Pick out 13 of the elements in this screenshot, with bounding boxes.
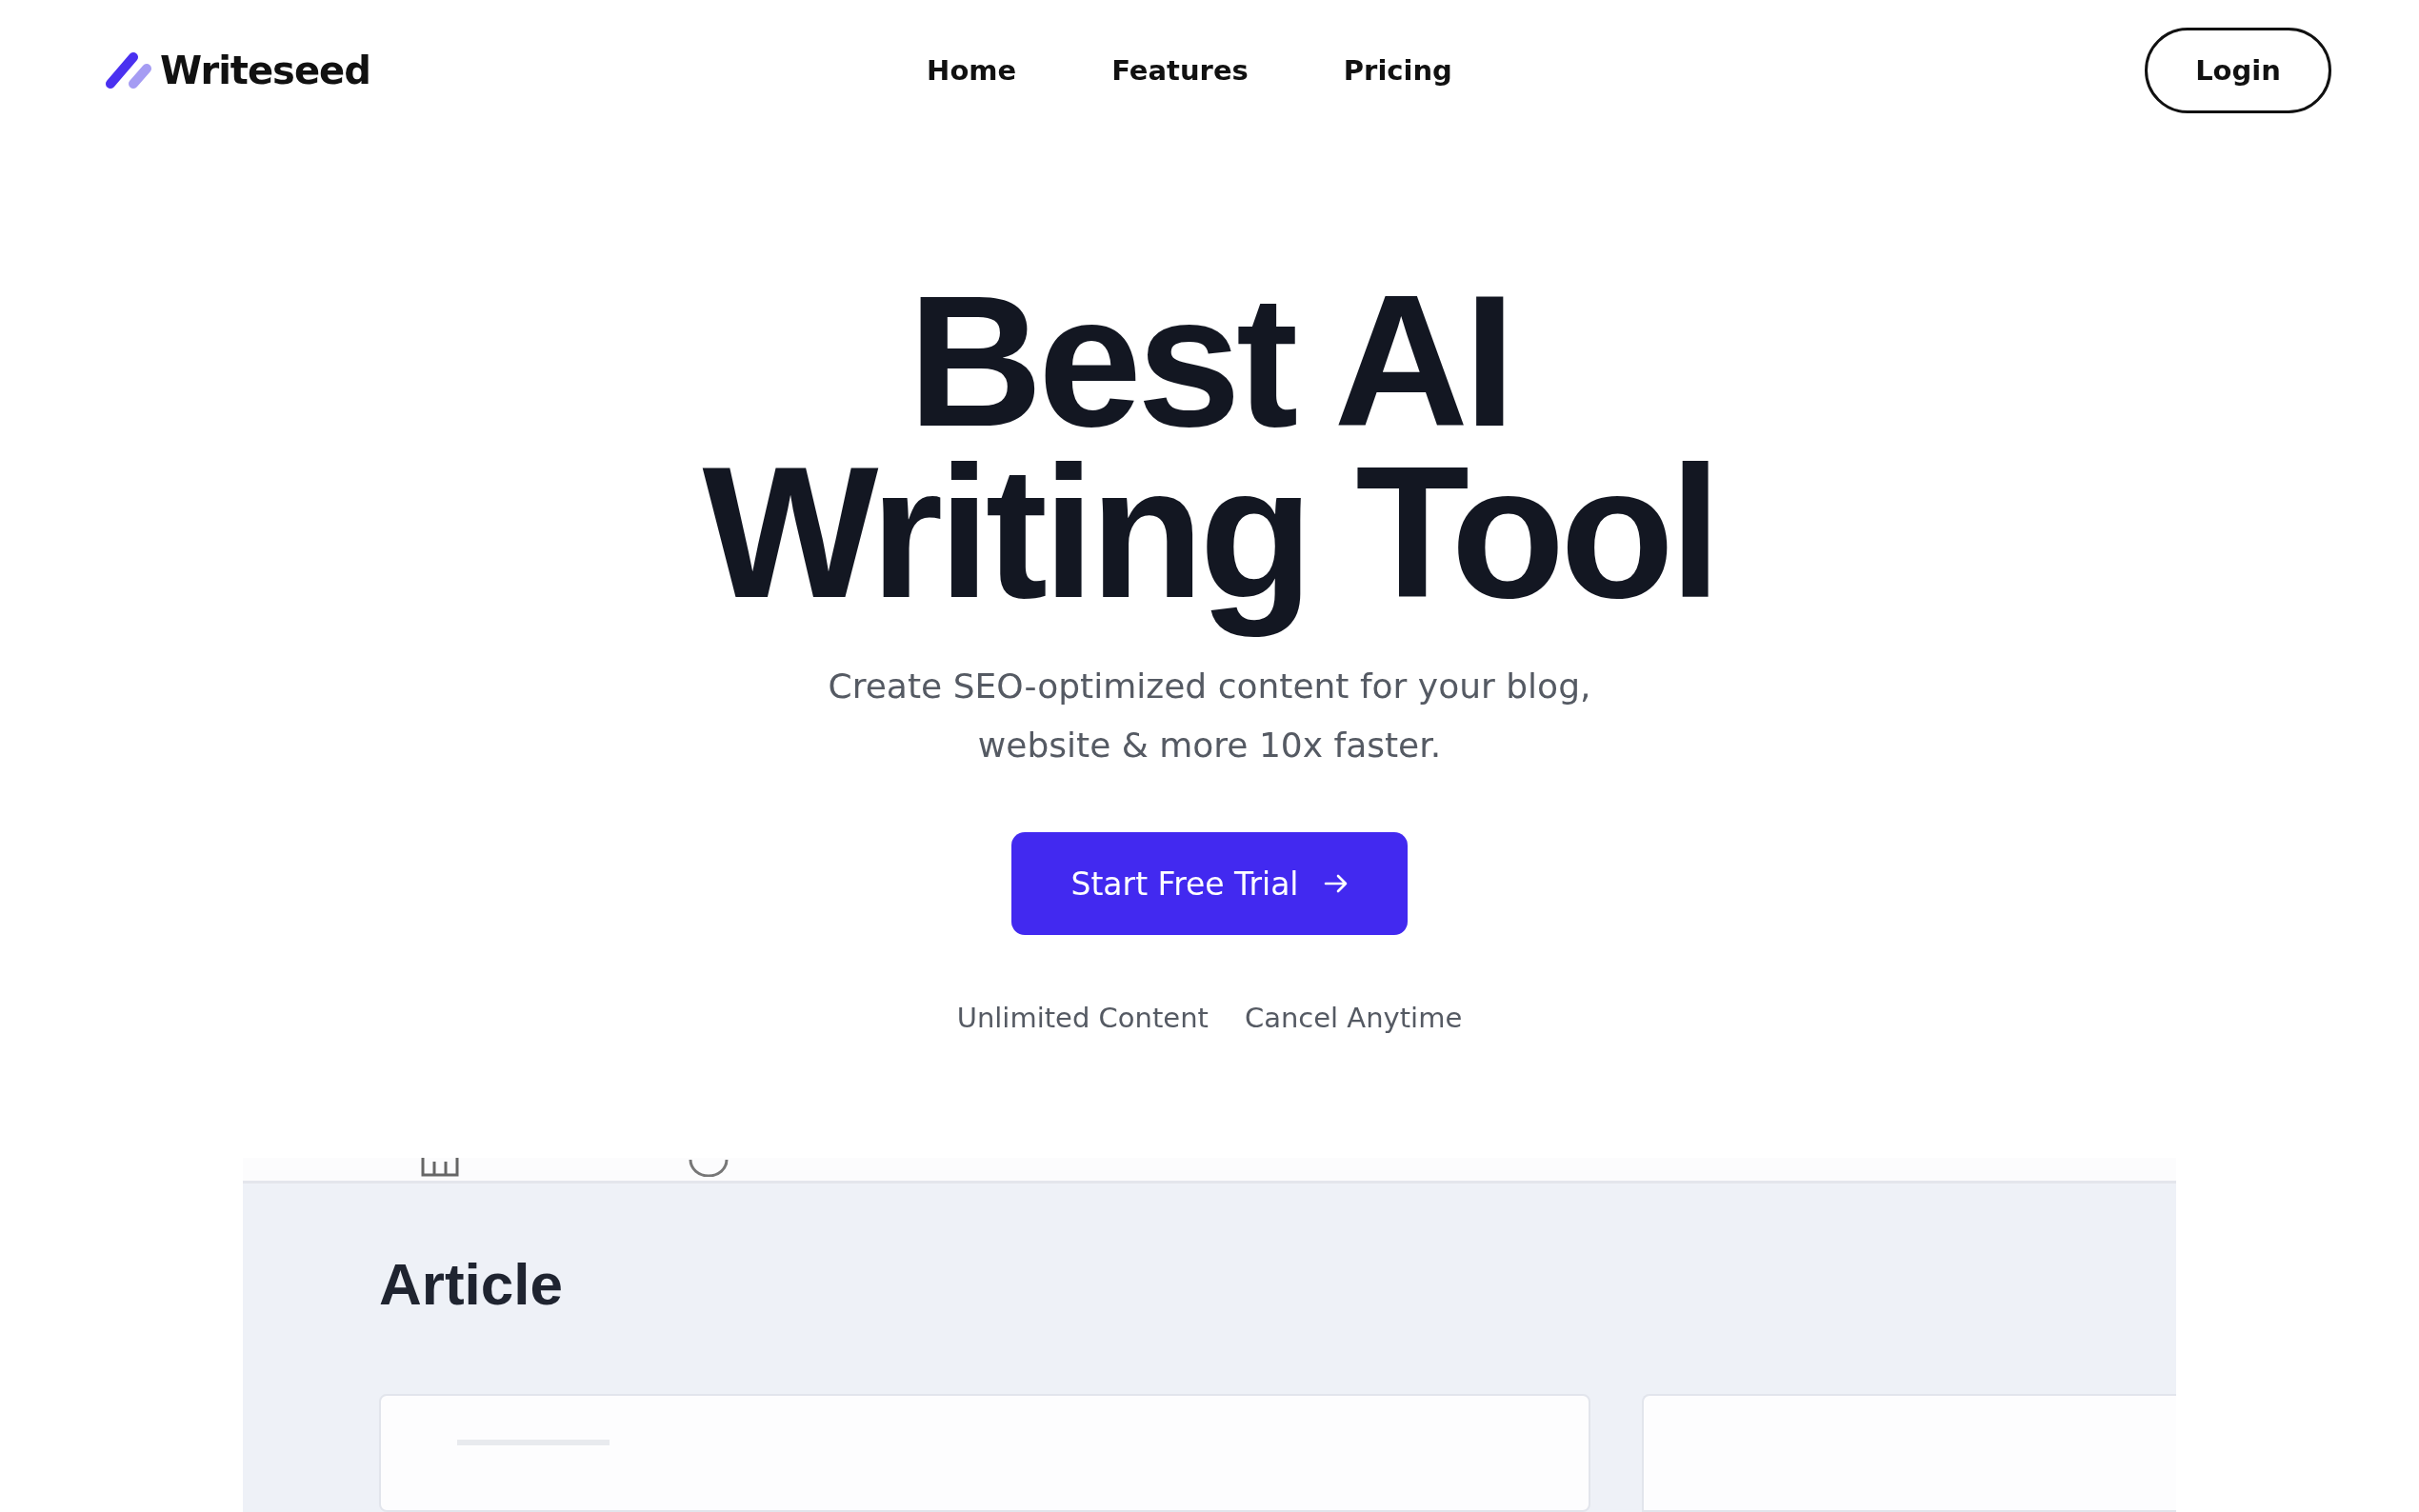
nav-link[interactable]: Pricing bbox=[1343, 54, 1452, 87]
article-heading: Article bbox=[379, 1250, 564, 1318]
subtitle: Create SEO-optimized content for your blog, bbox=[828, 666, 1591, 707]
start-trial-button[interactable]: Start Free Trial bbox=[1011, 832, 1408, 935]
nav-link[interactable]: Home bbox=[927, 54, 1017, 87]
logo-text[interactable]: Writeseed bbox=[160, 49, 370, 92]
arrow-right-icon bbox=[1323, 874, 1349, 893]
logo-icon bbox=[105, 51, 154, 90]
perk-text: Cancel Anytime bbox=[1244, 1002, 1463, 1034]
nav-link[interactable]: Features bbox=[1111, 54, 1249, 87]
subtitle: website & more 10x faster. bbox=[977, 725, 1442, 766]
login-button[interactable]: Login bbox=[2145, 28, 2331, 113]
perk-text: Unlimited Content bbox=[956, 1002, 1209, 1034]
